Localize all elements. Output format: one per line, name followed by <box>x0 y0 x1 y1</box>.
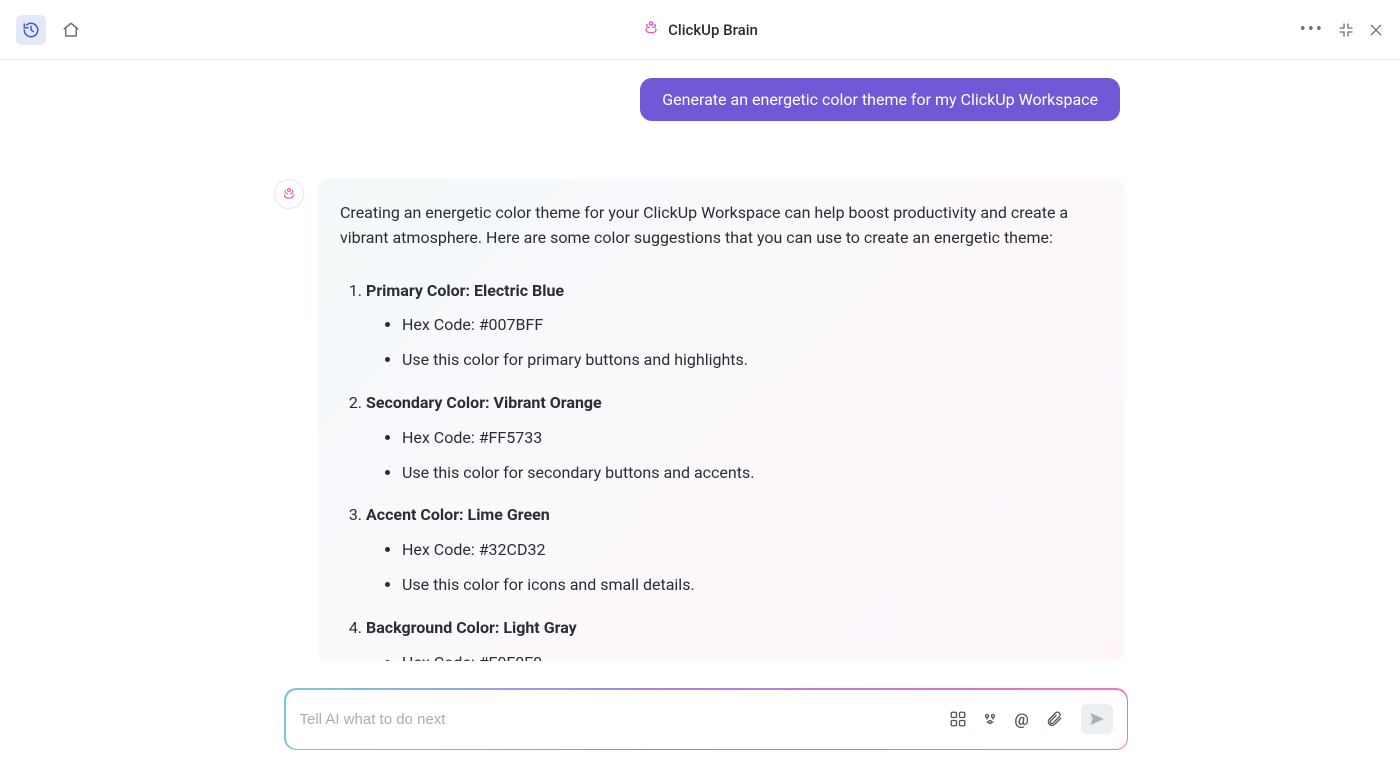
list-item: Background Color: Light Gray Hex Code: #… <box>366 616 1102 661</box>
sub-item: Hex Code: #32CD32 <box>402 538 1102 563</box>
sub-item: Use this color for primary buttons and h… <box>402 348 1102 373</box>
close-button[interactable] <box>1368 22 1384 38</box>
history-button[interactable] <box>16 15 46 45</box>
ai-message-row: Creating an energetic color theme for yo… <box>0 179 1400 661</box>
sublist: Hex Code: #F0F0F0 <box>366 651 1102 661</box>
sub-item: Hex Code: #FF5733 <box>402 426 1102 451</box>
sparkle-icon <box>981 710 999 728</box>
top-bar: ClickUp Brain ••• <box>0 0 1400 60</box>
header-center: ClickUp Brain <box>642 19 758 41</box>
list-item: Primary Color: Electric Blue Hex Code: #… <box>366 279 1102 373</box>
top-right-controls: ••• <box>1300 21 1384 39</box>
home-icon <box>62 21 80 39</box>
sub-item: Hex Code: #007BFF <box>402 313 1102 338</box>
close-icon <box>1368 22 1384 38</box>
composer: @ <box>284 688 1128 750</box>
chat-area: Generate an energetic color theme for my… <box>0 60 1400 760</box>
sub-item: Use this color for icons and small detai… <box>402 573 1102 598</box>
list-item: Secondary Color: Vibrant Orange Hex Code… <box>366 391 1102 485</box>
history-icon <box>22 21 40 39</box>
ai-message-bubble: Creating an energetic color theme for yo… <box>318 179 1124 661</box>
more-button[interactable]: ••• <box>1300 21 1324 39</box>
ai-avatar <box>274 179 304 209</box>
actions-button[interactable] <box>981 710 999 728</box>
mention-button[interactable]: @ <box>1013 710 1031 728</box>
color-title: Secondary Color: Vibrant Orange <box>366 393 602 412</box>
user-message-bubble: Generate an energetic color theme for my… <box>640 78 1120 121</box>
sub-item: Use this color for secondary buttons and… <box>402 461 1102 486</box>
send-icon <box>1089 711 1105 727</box>
send-button[interactable] <box>1081 704 1113 734</box>
composer-actions: @ <box>949 704 1113 734</box>
user-message-row: Generate an energetic color theme for my… <box>0 78 1400 121</box>
collapse-button[interactable] <box>1338 22 1354 38</box>
page-title: ClickUp Brain <box>668 21 758 39</box>
apps-icon <box>949 710 967 728</box>
collapse-icon <box>1338 22 1354 38</box>
list-item: Accent Color: Lime Green Hex Code: #32CD… <box>366 503 1102 597</box>
ai-intro-text: Creating an energetic color theme for yo… <box>340 201 1102 251</box>
color-title: Accent Color: Lime Green <box>366 505 550 524</box>
brain-icon <box>281 186 297 202</box>
color-list: Primary Color: Electric Blue Hex Code: #… <box>340 279 1102 661</box>
sub-item: Hex Code: #F0F0F0 <box>402 651 1102 661</box>
sublist: Hex Code: #007BFF Use this color for pri… <box>366 313 1102 373</box>
home-button[interactable] <box>56 15 86 45</box>
sublist: Hex Code: #32CD32 Use this color for ico… <box>366 538 1102 598</box>
color-title: Primary Color: Electric Blue <box>366 281 564 300</box>
color-title: Background Color: Light Gray <box>366 618 577 637</box>
top-left-controls <box>16 15 86 45</box>
sublist: Hex Code: #FF5733 Use this color for sec… <box>366 426 1102 486</box>
paperclip-icon <box>1045 710 1063 728</box>
messages: Generate an energetic color theme for my… <box>0 60 1400 661</box>
apps-button[interactable] <box>949 710 967 728</box>
composer-inner: @ <box>286 690 1127 749</box>
attach-button[interactable] <box>1045 710 1063 728</box>
brain-icon <box>642 19 660 41</box>
composer-input[interactable] <box>300 711 949 728</box>
